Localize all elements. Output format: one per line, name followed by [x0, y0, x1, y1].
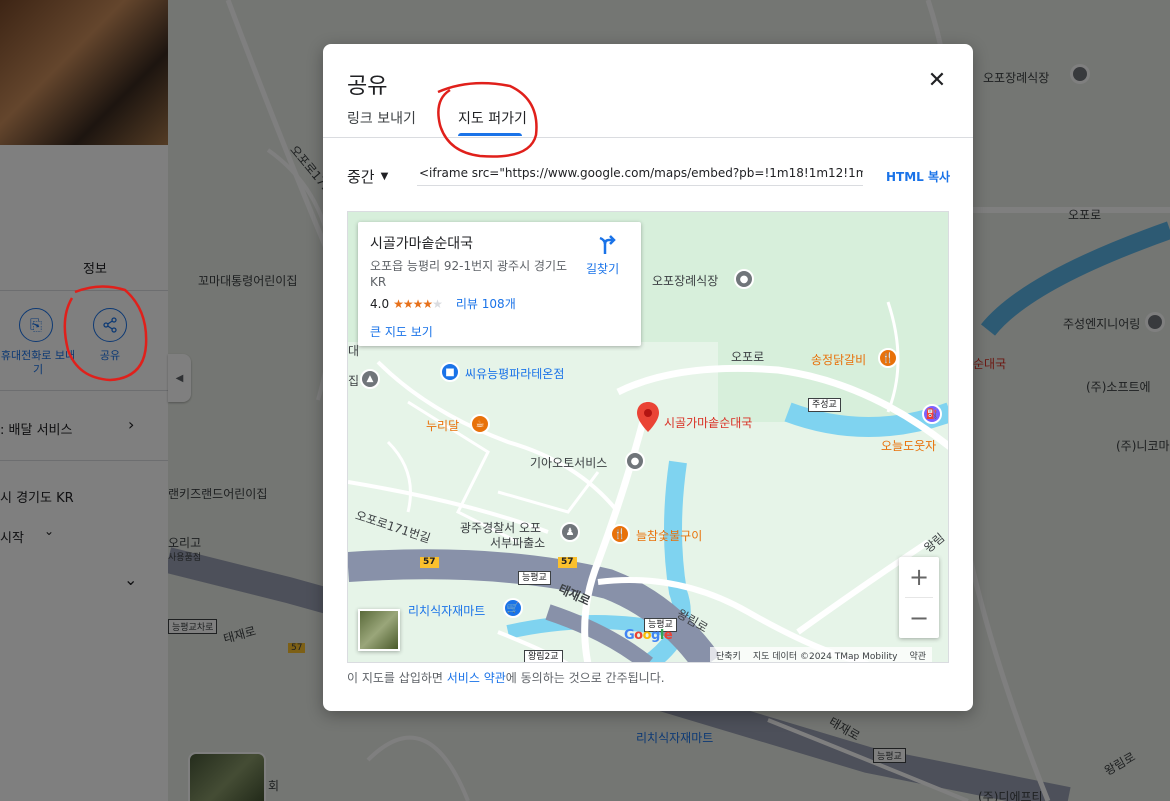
cafe-icon[interactable]: ☕ — [470, 414, 490, 434]
view-larger-map-link[interactable]: 큰 지도 보기 — [370, 323, 433, 340]
map-label: 리치식자재마트 — [408, 604, 486, 618]
map-footer: 단축키 지도 데이터 ©2024 TMap Mobility 약관 — [710, 647, 932, 662]
map-label: 씨유능평파라테온점 — [465, 367, 565, 381]
place-pin-icon[interactable]: ● — [625, 451, 645, 471]
map-label: 서부파출소 — [490, 536, 546, 550]
satellite-layer-thumbnail[interactable] — [358, 609, 400, 651]
keyboard-shortcuts-link[interactable]: 단축키 — [716, 649, 741, 662]
terms-of-service-link[interactable]: 서비스 약관 — [447, 671, 506, 685]
terms-notice: 이 지도를 삽입하면 서비스 약관에 동의하는 것으로 간주됩니다. — [347, 669, 665, 686]
gas-station-icon[interactable]: ⛽ — [922, 404, 942, 424]
selected-place-label: 시골가마솥순대국 — [664, 416, 753, 430]
close-icon[interactable]: ✕ — [923, 66, 951, 94]
map-label: 누리달 — [426, 419, 460, 433]
bridge-badge: 주성교 — [808, 398, 841, 412]
place-address: 오포읍 능평리 92-1번지 광주시 경기도 KR — [370, 259, 568, 289]
tab-divider — [323, 137, 973, 138]
rating-stars-icon: ★★★★★ — [393, 296, 443, 311]
place-name: 시골가마솥순대국 — [370, 236, 474, 252]
share-dialog: 공유 ✕ 링크 보내기 지도 퍼가기 중간 ▼ <iframe src="htt… — [323, 44, 973, 711]
bridge-badge: 왕림2교 — [524, 650, 563, 662]
police-icon[interactable]: ♟ — [560, 522, 580, 542]
school-icon[interactable]: ▲ — [360, 369, 380, 389]
rating-row: 4.0 ★★★★★ 리뷰 108개 — [370, 295, 516, 312]
embed-code-field[interactable]: <iframe src="https://www.google.com/maps… — [417, 164, 863, 186]
copy-html-button[interactable]: HTML 복사 — [886, 168, 950, 185]
directions-icon[interactable] — [594, 234, 616, 256]
map-label: 대 — [348, 344, 360, 358]
road-label: 오포로 — [731, 350, 765, 364]
google-logo: Google — [624, 628, 673, 643]
terms-link[interactable]: 약관 — [909, 649, 926, 662]
active-tab-indicator — [458, 133, 522, 136]
place-info-card: 시골가마솥순대국 오포읍 능평리 92-1번지 광주시 경기도 KR 4.0 ★… — [358, 222, 641, 346]
directions-label[interactable]: 길찾기 — [586, 260, 619, 277]
place-pin-icon[interactable]: ● — [734, 269, 754, 289]
map-label: 오늘도웃자 — [881, 439, 937, 453]
restaurant-icon[interactable]: 🍴 — [610, 524, 630, 544]
map-label: 오포장례식장 — [652, 274, 719, 288]
terms-notice-text: 이 지도를 삽입하면 — [347, 671, 447, 685]
embedded-map-preview[interactable]: 시골가마솥순대국 오포읍 능평리 92-1번지 광주시 경기도 KR 4.0 ★… — [347, 211, 949, 663]
reviews-link[interactable]: 리뷰 108개 — [456, 295, 516, 312]
map-label: 송정닭갈비 — [811, 353, 867, 367]
selected-place-pin-icon[interactable] — [637, 402, 659, 432]
route-badge: 57 — [420, 557, 439, 568]
zoom-control: + − — [899, 557, 939, 638]
map-label: 기아오토서비스 — [530, 456, 608, 470]
tab-send-link[interactable]: 링크 보내기 — [347, 108, 416, 128]
rating-value: 4.0 — [370, 296, 390, 311]
zoom-in-button[interactable]: + — [899, 557, 939, 597]
terms-notice-text: 에 동의하는 것으로 간주됩니다. — [505, 671, 665, 685]
route-badge: 57 — [558, 557, 577, 568]
zoom-out-button[interactable]: − — [899, 598, 939, 638]
tab-embed-map[interactable]: 지도 퍼가기 — [458, 108, 527, 128]
map-data-attribution: 지도 데이터 ©2024 TMap Mobility — [752, 651, 898, 662]
size-select-value: 중간 — [347, 168, 375, 186]
size-select[interactable]: 중간 ▼ — [347, 166, 388, 187]
shopping-cart-icon[interactable]: 🛒 — [503, 598, 523, 618]
map-label: 늘참숯불구이 — [636, 529, 703, 543]
restaurant-icon[interactable]: 🍴 — [878, 348, 898, 368]
bridge-badge: 능평교 — [518, 571, 551, 585]
map-label: 집 — [348, 374, 360, 388]
convenience-store-icon[interactable]: ■ — [440, 362, 460, 382]
dialog-title: 공유 — [347, 74, 388, 99]
caret-down-icon: ▼ — [380, 171, 389, 182]
